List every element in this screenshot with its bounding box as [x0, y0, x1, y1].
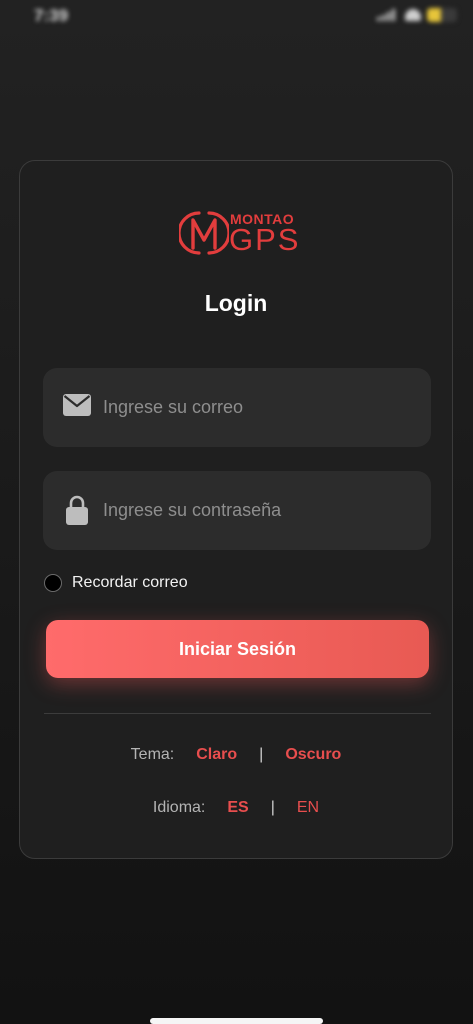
theme-label: Tema:: [130, 746, 175, 763]
status-icons: [377, 8, 457, 22]
envelope-icon: [63, 394, 91, 416]
email-input[interactable]: [103, 368, 413, 447]
montao-gps-logo: MONTAO GPS: [177, 206, 299, 258]
email-field-container[interactable]: [43, 368, 431, 447]
login-button[interactable]: Iniciar Sesión: [46, 620, 429, 678]
login-card: MONTAO GPS Login Recordar correo Iniciar…: [19, 160, 453, 859]
language-es-link[interactable]: ES: [227, 799, 248, 817]
logo-text-main: GPS: [229, 222, 301, 257]
status-bar: 7:39: [0, 0, 473, 34]
language-separator: |: [270, 799, 275, 816]
battery-icon: [427, 8, 457, 22]
lock-icon: [66, 495, 88, 525]
theme-light-link[interactable]: Claro: [196, 746, 237, 764]
language-selector: Idioma: ES | EN: [20, 799, 452, 817]
home-indicator: [150, 1018, 323, 1024]
password-field-container[interactable]: [43, 471, 431, 550]
status-time: 7:39: [34, 6, 69, 25]
language-label: Idioma:: [152, 799, 206, 816]
remember-email-radio[interactable]: [44, 574, 62, 592]
language-en-link[interactable]: EN: [297, 799, 319, 817]
signal-icon: [377, 9, 399, 21]
theme-separator: |: [259, 746, 264, 763]
wifi-icon: [405, 9, 421, 21]
logo-mark-icon: [179, 211, 229, 255]
remember-email-label: Recordar correo: [72, 574, 188, 591]
battery-fill: [427, 8, 441, 22]
theme-selector: Tema: Claro | Oscuro: [20, 746, 452, 764]
page-title: Login: [204, 290, 268, 316]
password-input[interactable]: [103, 471, 413, 550]
theme-dark-link[interactable]: Oscuro: [285, 746, 341, 764]
divider: [44, 713, 431, 714]
remember-email-option[interactable]: Recordar correo: [44, 574, 188, 592]
